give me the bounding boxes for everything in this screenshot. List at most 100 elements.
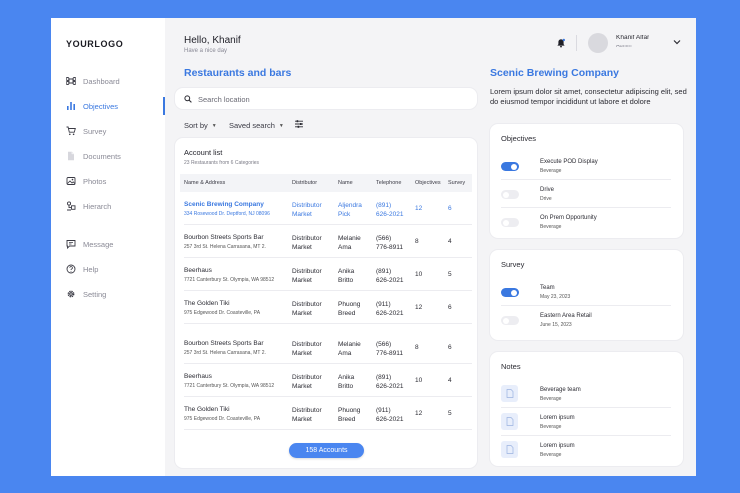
search-icon [184,94,192,103]
distributor-line: Distributor [292,268,322,275]
table-row[interactable]: Beerhaus 7721 Canterbury St. Olympia, WA … [184,364,472,397]
contact-last-name: Ama [338,244,352,251]
distributor-line: Distributor [292,374,322,381]
cart-icon [66,126,76,136]
saved-search-dropdown[interactable]: Saved search ▼ [229,121,284,130]
table-row[interactable]: The Golden Tiki 975 Edgewood Dr. Coastevi… [184,397,472,430]
sidebar-item-survey[interactable]: Survey [66,124,165,138]
table-row[interactable]: The Golden Tiki 975 Edgewood Dr. Coastevi… [184,291,472,324]
telephone-cell: (911) 626-2021 [376,406,412,424]
survey-count: 6 [448,344,452,351]
notes-card: Notes Beverage team Beverage Lorem ipsum… [490,352,683,466]
table-row[interactable]: Beerhaus 7721 Canterbury St. Olympia, WA … [184,258,472,291]
account-name: Bourbon Streets Sports Bar [184,340,264,347]
objective-toggle[interactable] [501,218,519,227]
note-label: Lorem ipsum [540,443,575,449]
contact-last-name: Britto [338,277,354,284]
telephone-cell: (891) 626-2021 [376,201,412,219]
account-address: 975 Edgewood Dr. Coasteville, PA [184,310,261,316]
contact-last-name: Britto [338,383,354,390]
distributor-cell: Distributor Market [292,373,332,391]
account-name-address: The Golden Tiki 975 Edgewood Dr. Coastevi… [184,406,260,422]
survey-toggle[interactable] [501,288,519,297]
contact-first-name: Melanie [338,235,361,242]
contact-name-cell: Phuong Breed [338,300,372,318]
survey-count: 5 [448,271,452,278]
filter-sliders-icon[interactable] [294,119,304,129]
objectives-count: 12 [415,205,423,212]
objectives-count: 8 [415,344,419,351]
column-header[interactable]: Telephone [376,180,401,186]
column-header[interactable]: Objectives [415,180,441,186]
gear-icon [67,290,75,298]
sidebar-item-message[interactable]: Message [66,237,165,251]
survey-title: Survey [501,260,525,269]
sidebar-item-help[interactable]: Help [66,262,165,276]
accounts-count-button[interactable]: 158 Accounts [289,443,364,458]
table-row[interactable]: Scenic Brewing Company 334 Rosewood Dr. D… [184,192,472,225]
sidebar-item-dashboard[interactable]: Dashboard [66,74,165,88]
distributor-line: Market [292,211,312,218]
note-item[interactable]: Lorem ipsum Beverage [501,436,671,464]
contact-last-name: Breed [338,416,356,423]
chevron-down-icon[interactable] [673,39,681,45]
contact-name-cell: Anika Britto [338,267,372,285]
table-row[interactable]: Bourbon Streets Sports Bar 257 3rd St. He… [184,225,472,258]
survey-label: Team [540,285,555,291]
survey-count: 4 [448,377,452,384]
message-icon [66,240,76,249]
distributor-cell: Distributor Market [292,406,332,424]
objective-item: Execute POD Display Beverage [501,152,671,180]
search-input[interactable] [198,93,448,104]
telephone-cell: (911) 626-2021 [376,300,412,318]
note-label: Lorem ipsum [540,415,575,421]
objectives-title: Objectives [501,134,537,143]
distributor-cell: Distributor Market [292,267,332,285]
contact-first-name: Anika [338,374,355,381]
distributor-line: Market [292,244,312,251]
sidebar-item-objectives[interactable]: Objectives [66,97,165,115]
column-header[interactable]: Name [338,180,353,186]
note-item[interactable]: Beverage team Beverage [501,380,671,408]
objective-toggle[interactable] [501,162,519,171]
sidebar-item-label: Message [83,239,114,249]
column-header[interactable]: Survey [448,180,465,186]
sidebar-item-label: Setting [83,289,107,299]
sidebar: YOURLOGO Dashboard Objectives Survey Doc… [51,18,165,476]
objectives-count: 12 [415,304,423,311]
sidebar-item-label: Photos [83,176,107,186]
column-header[interactable]: Distributor [292,180,317,186]
telephone-cell: (566) 776-8911 [376,340,412,358]
account-address: 7721 Canterbury St. Olympia, WA 98512 [184,383,275,389]
note-document-icon [501,385,518,402]
sidebar-item-documents[interactable]: Documents [66,149,165,163]
telephone-number: 626-2021 [376,416,404,423]
sidebar-item-hierarch[interactable]: Hierarch [66,199,165,213]
contact-last-name: Breed [338,310,356,317]
account-name: The Golden Tiki [184,406,230,413]
detail-description: Lorem ipsum dolor sit amet, consectetur … [490,87,687,106]
objective-toggle[interactable] [501,190,519,199]
detail-title: Scenic Brewing Company [490,67,619,79]
distributor-line: Distributor [292,301,322,308]
sort-by-dropdown[interactable]: Sort by ▼ [184,121,217,130]
account-name: Beerhaus [184,267,212,274]
account-address: 257 3rd St. Helena Carrasana, MT 2. [184,350,266,356]
sidebar-item-photos[interactable]: Photos [66,174,165,188]
survey-toggle[interactable] [501,316,519,325]
telephone-area: (566) [376,341,392,348]
table-row[interactable]: Bourbon Streets Sports Bar 257 3rd St. He… [184,331,472,364]
note-item[interactable]: Lorem ipsum Beverage [501,408,671,436]
column-header[interactable]: Name & Address [184,180,225,186]
account-list-card: Account list 23 Restaurants from 6 Categ… [175,138,477,468]
objective-label: Drive [540,187,555,193]
survey-label: Eastern Area Retail [540,313,592,319]
bell-icon[interactable] [556,38,566,48]
account-name: Scenic Brewing Company [184,201,264,208]
table-header: Name & Address Distributor Name Telephon… [180,174,472,192]
sidebar-item-setting[interactable]: Setting [66,287,165,301]
objectives-count: 10 [415,377,423,384]
avatar[interactable] [588,33,608,53]
account-list-subtitle: 23 Restaurants from 6 Categories [184,160,260,166]
telephone-cell: (566) 776-8911 [376,234,412,252]
